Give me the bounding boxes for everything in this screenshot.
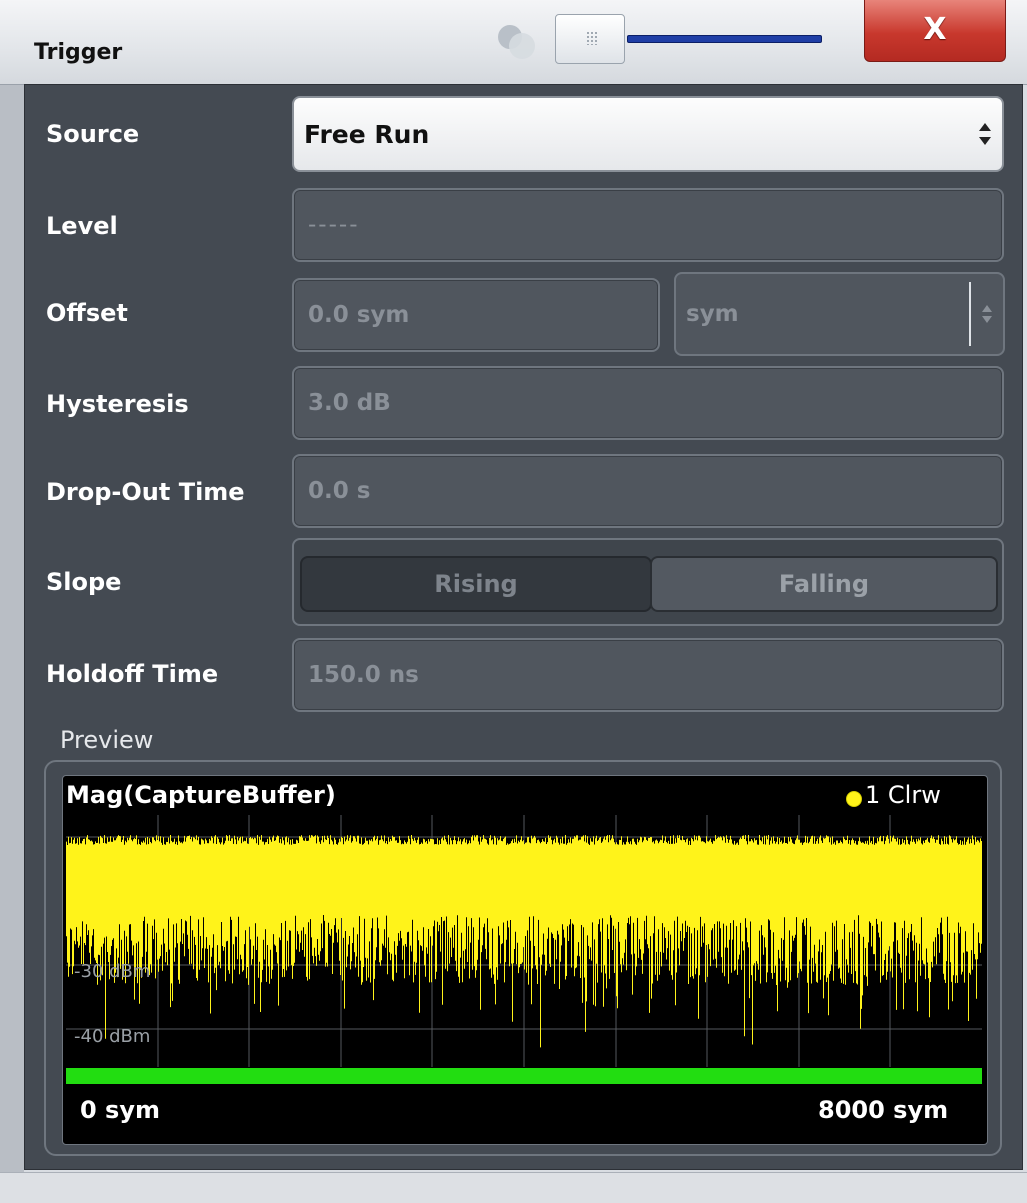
source-select[interactable]: Free Run [292,96,1004,172]
slope-rising-button[interactable]: Rising [300,556,652,612]
hysteresis-value: 3.0 dB [308,390,391,416]
capture-range-bar [66,1068,982,1084]
slope-label: Slope [46,568,122,596]
transparency-slider-handle[interactable] [555,14,625,64]
slope-falling-button[interactable]: Falling [650,556,998,612]
background-app-bottom [0,1172,1027,1203]
preview-label: Preview [60,726,154,754]
level-label: Level [46,212,118,240]
trace-indicator-label: 1 Clrw [865,781,941,809]
slope-toggle-group: Rising Falling [292,538,1004,626]
close-button[interactable]: X [864,0,1006,62]
level-value: ----- [308,212,360,238]
dropout-time-label: Drop-Out Time [46,478,245,506]
dropout-time-value: 0.0 s [308,478,371,504]
y-axis-label-40: -40 dBm [74,1026,151,1047]
capture-buffer-trace [66,815,982,1067]
offset-unit-value: sym [686,301,739,327]
dialog-title: Trigger [34,40,123,65]
transparency-slider-track[interactable] [627,35,822,43]
offset-label: Offset [46,299,128,327]
x-axis-end-label: 8000 sym [818,1096,949,1124]
holdoff-time-label: Holdoff Time [46,660,219,688]
trace-title: Mag(CaptureBuffer) [66,781,336,809]
source-value: Free Run [304,119,430,149]
offset-value: 0.0 sym [308,302,410,328]
level-field[interactable]: ----- [292,188,1004,262]
dialog-titlebar: Trigger X [0,0,1027,85]
offset-unit-select[interactable]: sym [674,272,1005,356]
hysteresis-label: Hysteresis [46,390,189,418]
updown-arrows-icon [979,123,991,145]
offset-field[interactable]: 0.0 sym [292,278,660,352]
updown-arrows-icon [982,305,992,323]
dropout-time-field[interactable]: 0.0 s [292,454,1004,528]
holdoff-time-field[interactable]: 150.0 ns [292,638,1004,712]
trace-indicator-dot [846,791,862,807]
hysteresis-field[interactable]: 3.0 dB [292,366,1004,440]
transparency-icon [498,25,535,59]
y-axis-label-30: -30 dBm [74,961,151,982]
background-app [0,0,24,1202]
source-label: Source [46,120,140,148]
holdoff-time-value: 150.0 ns [308,662,419,688]
x-axis-start-label: 0 sym [80,1096,160,1124]
